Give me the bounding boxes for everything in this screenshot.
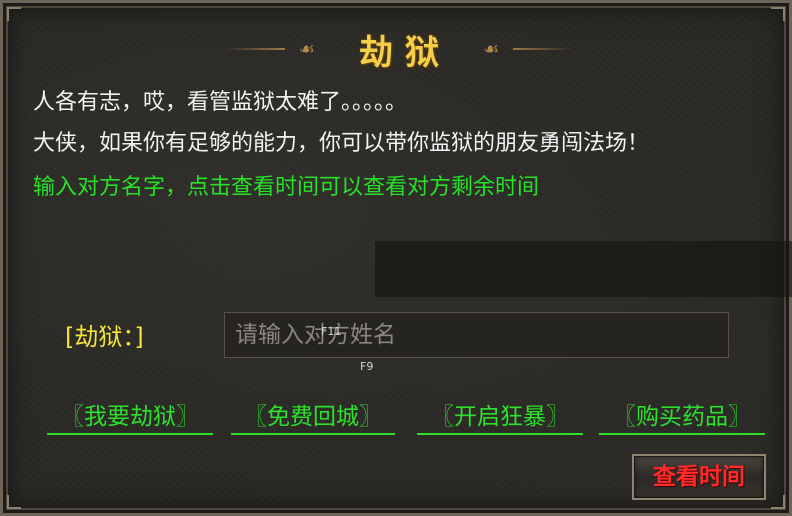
scroll-ornament-icon: ☙ [298, 38, 315, 60]
free-return-city-link[interactable]: 〖免费回城〗 [231, 397, 395, 435]
jailbreak-dialog: ☙ 劫狱 ☙ 人各有志，哎，看管监狱太难了。。。。。 大侠，如果你有足够的能力，… [0, 0, 792, 516]
frame-corner-bottom-right [771, 495, 785, 509]
frame-corner-bottom-left [7, 495, 21, 509]
enable-berserk-link[interactable]: 〖开启狂暴〗 [417, 397, 583, 435]
buy-potions-link[interactable]: 〖购买药品〗 [599, 397, 765, 435]
title-bar: ☙ 劫狱 ☙ [3, 17, 792, 81]
description-line-2: 大侠，如果你有足够的能力，你可以带你监狱的朋友勇闯法场！ [33, 131, 650, 156]
title-divider-right [513, 48, 574, 50]
instruction-hint: 输入对方名字，点击查看时间可以查看对方剩余时间 [33, 175, 540, 200]
title-divider-left [224, 48, 285, 50]
description-line-1: 人各有志，哎，看管监狱太难了。。。。。 [33, 90, 408, 115]
hotkey-f9-label: F9 [360, 360, 374, 373]
scroll-ornament-icon: ☙ [483, 38, 500, 60]
target-name-input[interactable] [224, 312, 729, 358]
shadow-strip [375, 241, 792, 297]
check-time-button[interactable]: 查看时间 [632, 454, 766, 500]
jailbreak-field-label: [劫狱：] [65, 323, 144, 351]
dialog-title: 劫狱 [359, 32, 451, 73]
jailbreak-link[interactable]: 〖我要劫狱〗 [47, 397, 213, 435]
